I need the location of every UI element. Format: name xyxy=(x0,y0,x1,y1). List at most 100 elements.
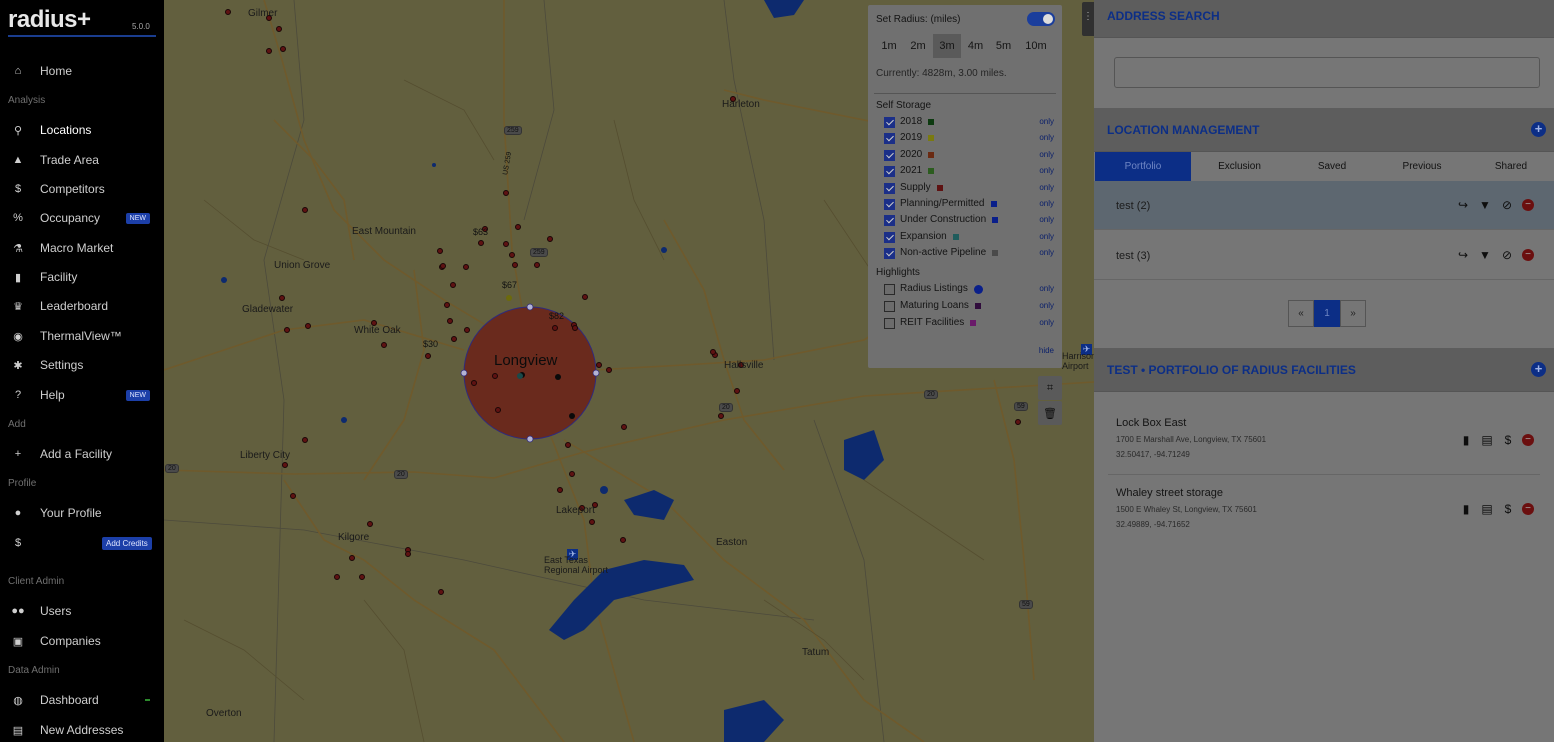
facility-marker[interactable] xyxy=(302,207,308,213)
tab-portfolio[interactable]: Portfolio xyxy=(1095,152,1191,181)
dollar-icon[interactable]: $ xyxy=(1501,433,1515,447)
facility-marker[interactable] xyxy=(471,380,477,386)
facility-marker[interactable] xyxy=(569,413,575,419)
facility-marker[interactable] xyxy=(276,26,282,32)
facility-marker[interactable] xyxy=(349,555,355,561)
filter-icon[interactable]: ▼ xyxy=(1478,198,1492,212)
sidebar-item[interactable]: ⇥Sign Out xyxy=(0,733,164,742)
sidebar-item[interactable]: ●● Users xyxy=(0,597,164,625)
delete-shape-button[interactable]: 🗑 xyxy=(1038,401,1062,425)
tab-exclusion[interactable]: Exclusion xyxy=(1191,152,1288,181)
pagination-page[interactable]: 1 xyxy=(1314,300,1340,327)
sidebar-item[interactable]: + Add a Facility xyxy=(0,440,164,468)
facility-marker[interactable] xyxy=(569,471,575,477)
sidebar-item[interactable]: % Occupancy NEW xyxy=(0,204,164,232)
location-row[interactable]: test (3) ↪ ▼ ⊘ − xyxy=(1094,231,1554,280)
building-icon[interactable]: ▮ xyxy=(1459,433,1473,447)
sidebar-item[interactable]: ⌂ Home xyxy=(0,57,164,85)
only-link[interactable]: only xyxy=(1039,215,1054,224)
filter-icon[interactable]: ▼ xyxy=(1478,248,1492,262)
building-icon[interactable]: ▮ xyxy=(1459,502,1473,516)
layer-checkbox[interactable] xyxy=(884,317,895,329)
location-row[interactable]: test (2) ↪ ▼ ⊘ − xyxy=(1094,181,1554,230)
facility-marker[interactable] xyxy=(359,574,365,580)
only-link[interactable]: only xyxy=(1039,166,1054,175)
facility-marker[interactable] xyxy=(450,282,456,288)
facility-marker[interactable] xyxy=(552,325,558,331)
facility-marker[interactable] xyxy=(478,240,484,246)
layer-checkbox[interactable] xyxy=(884,117,895,128)
share-icon[interactable]: ↪ xyxy=(1456,248,1470,262)
sidebar-item[interactable]: ▲ Trade Area xyxy=(0,146,164,174)
sidebar-item[interactable]: ? Help NEW xyxy=(0,381,164,409)
facility-marker[interactable] xyxy=(334,574,340,580)
mute-icon[interactable]: ⊘ xyxy=(1500,248,1514,262)
facility-marker[interactable] xyxy=(463,264,469,270)
only-link[interactable]: only xyxy=(1039,248,1054,257)
layer-checkbox[interactable] xyxy=(884,182,895,194)
facility-marker[interactable] xyxy=(381,342,387,348)
facility-marker[interactable] xyxy=(557,487,563,493)
radius-option[interactable]: 5m xyxy=(990,34,1017,58)
sidebar-item[interactable]: ● Your Profile xyxy=(0,499,164,527)
facility-marker[interactable] xyxy=(447,318,453,324)
only-link[interactable]: only xyxy=(1039,301,1054,310)
facility-marker[interactable] xyxy=(266,48,272,54)
facility-marker[interactable] xyxy=(282,462,288,468)
facility-marker[interactable] xyxy=(290,493,296,499)
draw-shape-button[interactable]: ⌗ xyxy=(1038,376,1062,400)
layer-checkbox[interactable] xyxy=(884,199,895,210)
facility-marker[interactable] xyxy=(1015,419,1021,425)
sidebar-item[interactable]: ▮ Facility xyxy=(0,263,164,291)
sidebar-item[interactable]: ◍ Dashboard xyxy=(0,686,164,714)
add-facility-icon[interactable]: + xyxy=(1531,362,1546,377)
sidebar-item[interactable]: ▣ Companies xyxy=(0,627,164,655)
facility-marker[interactable] xyxy=(279,295,285,301)
facility-marker[interactable] xyxy=(284,327,290,333)
layer-checkbox[interactable] xyxy=(884,248,895,260)
facility-marker[interactable] xyxy=(464,327,470,333)
facility-marker[interactable] xyxy=(512,262,518,268)
only-link[interactable]: only xyxy=(1039,232,1054,241)
facility-marker[interactable] xyxy=(492,373,498,379)
layer-checkbox[interactable] xyxy=(884,133,895,145)
facility-marker[interactable] xyxy=(517,373,523,379)
sidebar-item[interactable]: ♛ Leaderboard xyxy=(0,292,164,320)
facility-marker[interactable] xyxy=(405,551,411,557)
only-link[interactable]: only xyxy=(1039,183,1054,192)
facility-marker[interactable] xyxy=(718,413,724,419)
facility-marker[interactable] xyxy=(572,325,578,331)
only-link[interactable]: only xyxy=(1039,150,1054,159)
only-link[interactable]: only xyxy=(1039,318,1054,327)
pdf-icon[interactable]: ▤ xyxy=(1480,433,1494,447)
add-location-icon[interactable]: + xyxy=(1531,122,1546,137)
sidebar-item[interactable]: $ Competitors xyxy=(0,175,164,203)
tab-saved[interactable]: Saved xyxy=(1288,152,1376,181)
facility-marker[interactable] xyxy=(710,349,716,355)
radius-option[interactable]: 1m xyxy=(876,34,902,58)
sidebar-item[interactable]: $ Add Credits xyxy=(0,529,164,557)
facility-marker[interactable] xyxy=(444,302,450,308)
only-link[interactable]: only xyxy=(1039,133,1054,142)
radius-option[interactable]: 3m xyxy=(933,34,961,58)
sidebar-item[interactable]: ⚗ Macro Market xyxy=(0,234,164,262)
sidebar-item[interactable]: ⚲ Locations xyxy=(0,116,164,144)
facility-marker[interactable] xyxy=(425,353,431,359)
facility-marker[interactable] xyxy=(606,367,612,373)
facility-marker[interactable] xyxy=(555,374,561,380)
remove-icon[interactable]: − xyxy=(1522,503,1534,515)
facility-marker[interactable] xyxy=(582,294,588,300)
pagination-prev[interactable]: « xyxy=(1288,300,1314,327)
tab-shared[interactable]: Shared xyxy=(1468,152,1554,181)
only-link[interactable]: only xyxy=(1039,117,1054,126)
hide-link[interactable]: hide xyxy=(1039,346,1054,355)
sidebar-item[interactable]: ✱ Settings xyxy=(0,351,164,379)
facility-marker[interactable] xyxy=(451,336,457,342)
facility-marker[interactable] xyxy=(503,190,509,196)
remove-icon[interactable]: − xyxy=(1522,434,1534,446)
radius-option[interactable]: 4m xyxy=(962,34,989,58)
facility-marker[interactable] xyxy=(280,46,286,52)
layer-checkbox[interactable] xyxy=(884,215,895,227)
tab-previous[interactable]: Previous xyxy=(1376,152,1468,181)
facility-marker[interactable] xyxy=(589,519,595,525)
